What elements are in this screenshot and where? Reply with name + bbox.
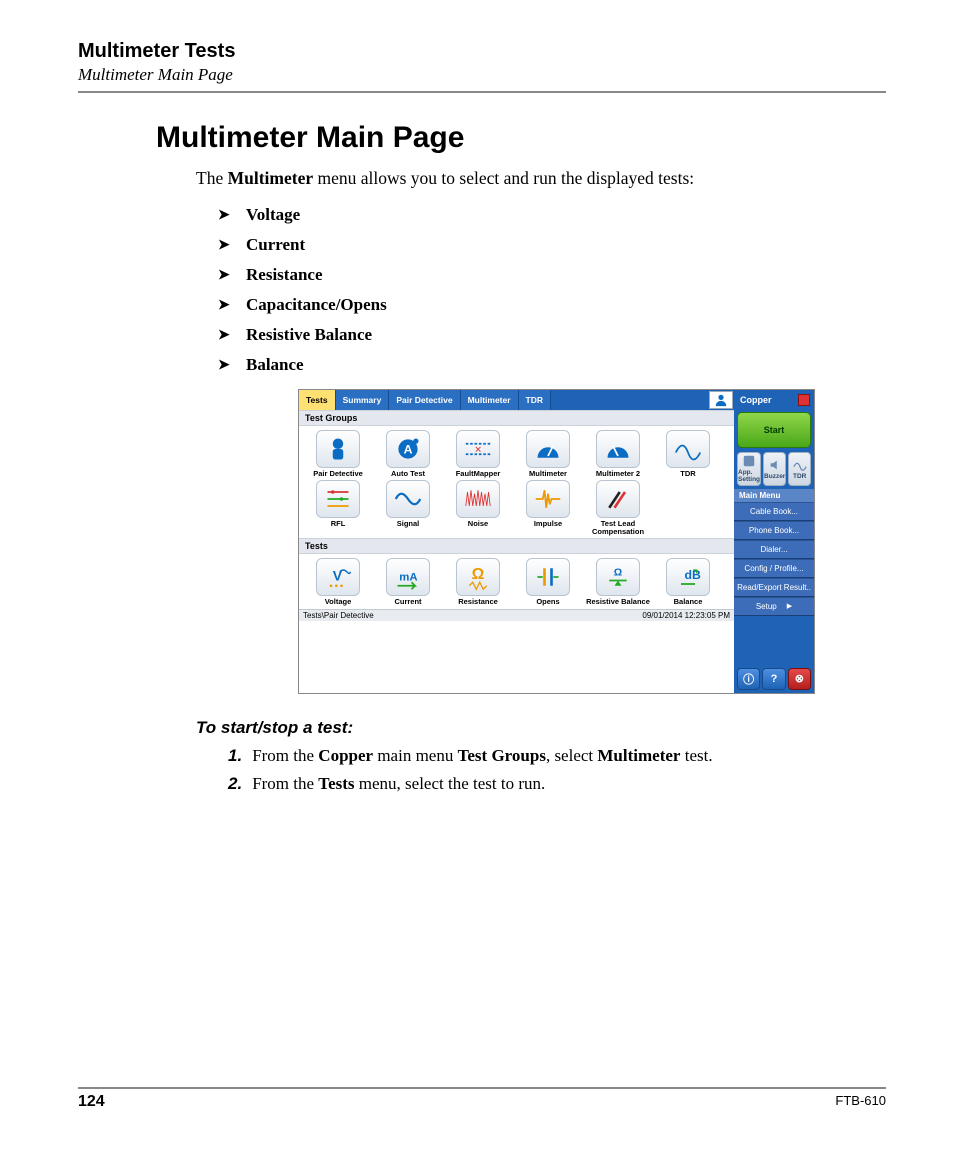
page-number: 124	[78, 1093, 105, 1111]
bullet-capacitance-opens: Capacitance/Opens	[218, 295, 886, 315]
svg-text:mA: mA	[399, 572, 417, 584]
group-signal[interactable]: Signal	[373, 480, 443, 537]
group-rfl[interactable]: RFL	[303, 480, 373, 537]
menu-cable-book[interactable]: Cable Book...	[734, 502, 814, 521]
step-2: 2.From the Tests menu, select the test t…	[228, 774, 886, 794]
nav-help-button[interactable]: ?	[762, 668, 785, 690]
menu-setup[interactable]: Setup ▶	[734, 597, 814, 616]
test-opens[interactable]: Opens	[513, 558, 583, 606]
intro-pre: The	[196, 168, 228, 188]
section-title: Multimeter Main Page	[156, 121, 886, 155]
test-groups-label: Test Groups	[299, 410, 734, 426]
nav-close-button[interactable]: ⊗	[788, 668, 811, 690]
tests-grid: VVoltage mACurrent ΩResistance Opens ΩRe…	[299, 554, 734, 608]
sidebar-title: Copper	[734, 390, 814, 410]
menu-phone-book[interactable]: Phone Book...	[734, 521, 814, 540]
group-impulse[interactable]: Impulse	[513, 480, 583, 537]
test-voltage[interactable]: VVoltage	[303, 558, 373, 606]
header-title: Multimeter Tests	[78, 40, 886, 63]
test-balance[interactable]: dBBalance	[653, 558, 723, 606]
menu-read-export[interactable]: Read/Export Result..	[734, 578, 814, 597]
instructions-heading: To start/stop a test:	[196, 718, 886, 738]
menu-config-profile[interactable]: Config / Profile...	[734, 559, 814, 578]
tab-multimeter[interactable]: Multimeter	[461, 390, 519, 410]
utility-row: App. Setting Buzzer TDR	[737, 452, 811, 486]
test-resistance[interactable]: ΩResistance	[443, 558, 513, 606]
chevron-right-icon: ▶	[787, 602, 792, 610]
start-button[interactable]: Start	[737, 412, 811, 448]
menu-setup-label: Setup	[756, 602, 777, 611]
status-path: Tests\Pair Detective	[303, 611, 374, 620]
bullet-resistance: Resistance	[218, 265, 886, 285]
group-multimeter[interactable]: Multimeter	[513, 430, 583, 478]
tab-tdr[interactable]: TDR	[519, 390, 551, 410]
util-tdr[interactable]: TDR	[788, 452, 811, 486]
menu-dialer[interactable]: Dialer...	[734, 540, 814, 559]
group-tdr[interactable]: TDR	[653, 430, 723, 478]
group-test-lead-comp[interactable]: Test Lead Compensation	[583, 480, 653, 537]
screenshot-main-panel: Tests Summary Pair Detective Multimeter …	[299, 390, 734, 693]
step-1: 1.From the Copper main menu Test Groups,…	[228, 746, 886, 766]
tab-spacer	[551, 390, 708, 410]
test-bullet-list: Voltage Current Resistance Capacitance/O…	[218, 205, 886, 375]
model-number: FTB-610	[835, 1093, 886, 1111]
step-2-number: 2.	[228, 774, 242, 793]
group-multimeter-2[interactable]: Multimeter 2	[583, 430, 653, 478]
page-footer: 124 FTB-610	[78, 1087, 886, 1111]
header-subtitle: Multimeter Main Page	[78, 65, 886, 85]
group-auto-test[interactable]: AAuto Test	[373, 430, 443, 478]
intro-paragraph: The Multimeter menu allows you to select…	[196, 167, 886, 191]
intro-post: menu allows you to select and run the di…	[313, 168, 694, 188]
svg-text:A: A	[404, 442, 413, 456]
intro-bold: Multimeter	[228, 168, 314, 188]
embedded-screenshot: Tests Summary Pair Detective Multimeter …	[298, 389, 815, 694]
status-bar: Tests\Pair Detective 09/01/2014 12:23:05…	[299, 609, 734, 621]
tab-help-icon[interactable]	[709, 391, 733, 409]
tab-summary[interactable]: Summary	[336, 390, 390, 410]
bullet-current: Current	[218, 235, 886, 255]
group-pair-detective[interactable]: Pair Detective	[303, 430, 373, 478]
util-app-setting[interactable]: App. Setting	[737, 452, 761, 486]
running-header: Multimeter Tests Multimeter Main Page	[78, 40, 886, 93]
test-current[interactable]: mACurrent	[373, 558, 443, 606]
tab-tests[interactable]: Tests	[299, 390, 336, 410]
nav-row: ⓘ ? ⊗	[737, 668, 811, 690]
group-faultmapper[interactable]: ✕FaultMapper	[443, 430, 513, 478]
svg-text:Ω: Ω	[614, 567, 622, 579]
main-menu-label: Main Menu	[734, 489, 814, 502]
svg-text:Ω: Ω	[472, 566, 485, 583]
step-1-number: 1.	[228, 746, 242, 765]
bullet-voltage: Voltage	[218, 205, 886, 225]
svg-text:✕: ✕	[474, 444, 481, 454]
svg-text:dB: dB	[685, 568, 701, 582]
tab-bar: Tests Summary Pair Detective Multimeter …	[299, 390, 734, 410]
bullet-resistive-balance: Resistive Balance	[218, 325, 886, 345]
util-buzzer[interactable]: Buzzer	[763, 452, 786, 486]
nav-info-button[interactable]: ⓘ	[737, 668, 760, 690]
bullet-balance: Balance	[218, 355, 886, 375]
group-noise[interactable]: Noise	[443, 480, 513, 537]
status-datetime: 09/01/2014 12:23:05 PM	[642, 611, 730, 620]
screenshot-sidebar: Copper Start App. Setting Buzzer TDR Mai…	[734, 390, 814, 693]
test-groups-grid: Pair Detective AAuto Test ✕FaultMapper M…	[299, 426, 734, 539]
test-resistive-balance[interactable]: ΩResistive Balance	[583, 558, 653, 606]
tab-pair-detective[interactable]: Pair Detective	[389, 390, 460, 410]
header-rule	[78, 91, 886, 93]
steps-list: 1.From the Copper main menu Test Groups,…	[228, 746, 886, 794]
tests-label: Tests	[299, 538, 734, 554]
